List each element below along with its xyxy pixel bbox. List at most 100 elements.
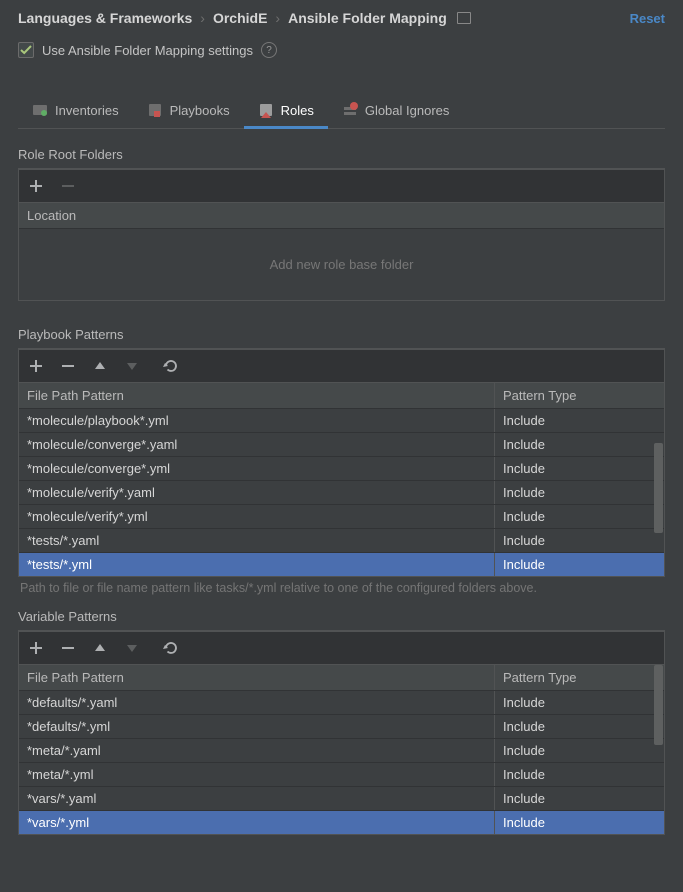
cell-path: *vars/*.yaml [19,787,494,810]
playbook-body[interactable]: *molecule/playbook*.ymlInclude*molecule/… [19,408,664,576]
playbooks-icon [147,102,163,118]
breadcrumb: Languages & Frameworks › OrchidE › Ansib… [0,0,683,26]
cell-path: *molecule/verify*.yaml [19,481,494,504]
tab-playbooks[interactable]: Playbooks [133,94,244,128]
variable-table: File Path Pattern Pattern Type *defaults… [18,664,665,835]
cell-path: *molecule/playbook*.yml [19,409,494,432]
tab-roles-label: Roles [281,103,314,118]
window-icon[interactable] [457,12,471,24]
move-up-button[interactable] [91,639,109,657]
col-file-path[interactable]: File Path Pattern [19,383,494,408]
use-settings-checkbox[interactable] [18,42,34,58]
cell-type: Include [494,409,664,432]
col-pattern-type[interactable]: Pattern Type [494,665,664,690]
remove-button[interactable] [59,177,77,195]
chevron-right-icon: › [200,10,205,26]
playbook-table: File Path Pattern Pattern Type *molecule… [18,382,665,577]
cell-path: *molecule/converge*.yaml [19,433,494,456]
roles-icon [258,102,274,118]
reset-link[interactable]: Reset [630,11,665,26]
table-row[interactable]: *tests/*.yamlInclude [19,528,664,552]
revert-button[interactable] [161,639,179,657]
add-button[interactable] [27,177,45,195]
cell-path: *vars/*.yml [19,811,494,834]
remove-button[interactable] [59,357,77,375]
cell-path: *molecule/converge*.yml [19,457,494,480]
role-root-table: Location Add new role base folder [18,202,665,301]
table-row[interactable]: *tests/*.ymlInclude [19,552,664,576]
table-row[interactable]: *vars/*.yamlInclude [19,786,664,810]
variable-patterns-title: Variable Patterns [18,605,665,631]
table-row[interactable]: *meta/*.yamlInclude [19,738,664,762]
col-pattern-type[interactable]: Pattern Type [494,383,664,408]
tab-global-ignores[interactable]: Global Ignores [328,94,464,128]
use-settings-label: Use Ansible Folder Mapping settings [42,43,253,58]
playbook-hint: Path to file or file name pattern like t… [18,577,665,595]
variable-header: File Path Pattern Pattern Type [19,665,664,690]
move-down-button[interactable] [123,357,141,375]
tab-inventories[interactable]: Inventories [18,94,133,128]
cell-type: Include [494,433,664,456]
variable-toolbar [18,631,665,664]
move-down-button[interactable] [123,639,141,657]
tabs: Inventories Playbooks Roles Global Ignor… [18,94,665,129]
cell-path: *meta/*.yaml [19,739,494,762]
scrollbar[interactable] [653,383,664,576]
tab-roles[interactable]: Roles [244,94,328,128]
crumb-orchide[interactable]: OrchidE [213,10,267,26]
table-row[interactable]: *meta/*.ymlInclude [19,762,664,786]
playbook-header: File Path Pattern Pattern Type [19,383,664,408]
cell-type: Include [494,553,664,576]
cell-path: *tests/*.yaml [19,529,494,552]
col-location[interactable]: Location [19,203,664,228]
cell-type: Include [494,457,664,480]
section-role-root: Role Root Folders Location Add new role … [18,143,665,301]
cell-path: *defaults/*.yml [19,715,494,738]
global-ignores-icon [342,102,358,118]
tab-playbooks-label: Playbooks [170,103,230,118]
table-row[interactable]: *molecule/converge*.yamlInclude [19,432,664,456]
scrollbar[interactable] [653,665,664,834]
role-root-header: Location [19,203,664,228]
table-row[interactable]: *molecule/verify*.yamlInclude [19,480,664,504]
chevron-right-icon: › [275,10,280,26]
section-variable-patterns: Variable Patterns File Path Pattern Patt… [18,605,665,835]
cell-type: Include [494,811,664,834]
table-row[interactable]: *molecule/converge*.ymlInclude [19,456,664,480]
table-row[interactable]: *defaults/*.yamlInclude [19,690,664,714]
cell-path: *molecule/verify*.yml [19,505,494,528]
table-row[interactable]: *molecule/playbook*.ymlInclude [19,408,664,432]
inventories-icon [32,102,48,118]
cell-type: Include [494,787,664,810]
cell-type: Include [494,691,664,714]
table-row[interactable]: *vars/*.ymlInclude [19,810,664,834]
cell-path: *tests/*.yml [19,553,494,576]
add-button[interactable] [27,639,45,657]
role-root-empty[interactable]: Add new role base folder [19,228,664,300]
table-row[interactable]: *defaults/*.ymlInclude [19,714,664,738]
tab-inventories-label: Inventories [55,103,119,118]
use-settings-row: Use Ansible Folder Mapping settings ? [0,26,683,66]
section-playbook-patterns: Playbook Patterns File Path Pattern Patt… [18,323,665,595]
move-up-button[interactable] [91,357,109,375]
tab-global-ignores-label: Global Ignores [365,103,450,118]
crumb-folder-mapping: Ansible Folder Mapping [288,10,447,26]
col-file-path[interactable]: File Path Pattern [19,665,494,690]
cell-path: *defaults/*.yaml [19,691,494,714]
table-row[interactable]: *molecule/verify*.ymlInclude [19,504,664,528]
help-icon[interactable]: ? [261,42,277,58]
cell-type: Include [494,715,664,738]
add-button[interactable] [27,357,45,375]
cell-path: *meta/*.yml [19,763,494,786]
cell-type: Include [494,529,664,552]
cell-type: Include [494,763,664,786]
cell-type: Include [494,739,664,762]
role-root-title: Role Root Folders [18,143,665,169]
crumb-languages[interactable]: Languages & Frameworks [18,10,192,26]
role-root-toolbar [18,169,665,202]
revert-button[interactable] [161,357,179,375]
playbook-toolbar [18,349,665,382]
playbook-patterns-title: Playbook Patterns [18,323,665,349]
variable-body[interactable]: *defaults/*.yamlInclude*defaults/*.ymlIn… [19,690,664,834]
remove-button[interactable] [59,639,77,657]
